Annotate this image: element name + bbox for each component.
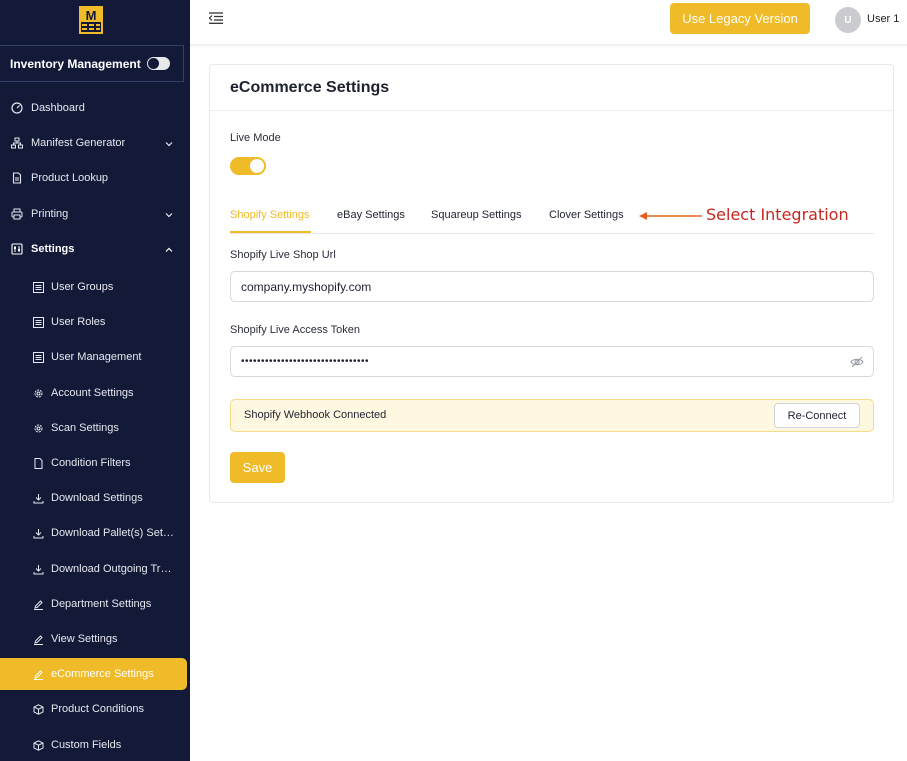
sidebar-item-product-lookup[interactable]: Product Lookup [0,163,190,193]
save-button[interactable]: Save [230,452,285,483]
sidebar-item-user-groups[interactable]: User Groups [0,272,190,302]
cube-icon [32,739,44,751]
sidebar-item-label: View Settings [51,633,118,645]
use-legacy-version-button[interactable]: Use Legacy Version [670,3,810,34]
reconnect-button[interactable]: Re-Connect [774,403,860,428]
sidebar-item-label: Custom Fields [51,739,122,751]
sidebar-item-label: Settings [31,243,75,255]
sidebar-item-user-roles[interactable]: User Roles [0,307,190,337]
shop-url-label: Shopify Live Shop Url [230,249,336,261]
sidebar-item-label: Manifest Generator [31,137,126,149]
sidebar-item-settings[interactable]: Settings [0,234,190,264]
sidebar-item-download-pallets-settings[interactable]: Download Pallet(s) Settings [0,518,190,548]
sidebar-item-label: Dashboard [31,102,85,114]
sidebar-item-manifest-generator[interactable]: Manifest Generator [0,128,190,158]
page-title: eCommerce Settings [230,79,390,96]
sidebar-item-label: Department Settings [51,598,152,610]
avatar[interactable]: U [835,7,861,33]
list-icon [32,281,44,293]
user-name[interactable]: User 1 [867,13,899,25]
sidebar-item-label: Printing [31,208,69,220]
sidebar-item-label: Product Conditions [51,703,144,715]
list-icon [32,316,44,328]
live-mode-toggle[interactable] [230,157,266,175]
inventory-management-label: Inventory Management [10,56,141,71]
tab-clover-settings[interactable]: Clover Settings [549,209,624,221]
sidebar-item-label: Download Outgoing Truck Settings [51,563,176,575]
pencil-icon [32,668,44,680]
sidebar-item-label: User Groups [51,281,114,293]
sidebar-item-label: Download Settings [51,492,143,504]
menu-collapse-icon[interactable] [208,11,224,29]
sidebar-item-label: Account Settings [51,387,134,399]
file-icon [11,172,23,184]
sidebar-item-user-management[interactable]: User Management [0,342,190,372]
sidebar-item-download-settings[interactable]: Download Settings [0,483,190,513]
download-icon [32,527,44,539]
pencil-icon [32,633,44,645]
sidebar-item-product-conditions[interactable]: Product Conditions [0,694,190,724]
sliders-icon [11,243,23,255]
download-icon [32,563,44,575]
live-mode-label: Live Mode [230,132,281,144]
sidebar-item-download-outgoing-truck[interactable]: Download Outgoing Truck Settings [0,554,190,584]
tab-squareup-settings[interactable]: Squareup Settings [431,209,522,221]
sidebar-item-label: Product Lookup [31,172,109,184]
ecommerce-settings-card: eCommerce Settings Live Mode Shopify Set… [209,64,894,503]
access-token-label: Shopify Live Access Token [230,324,361,336]
sidebar-item-account-settings[interactable]: Account Settings [0,378,190,408]
app-logo[interactable]: M [79,6,103,34]
card-header: eCommerce Settings [210,65,893,111]
sidebar-item-scan-settings[interactable]: Scan Settings [0,413,190,443]
shop-url-value: company.myshopify.com [241,279,372,294]
sidebar-item-label: Scan Settings [51,422,119,434]
sidebar-item-label: User Roles [51,316,106,328]
sidebar-item-label: eCommerce Settings [51,668,154,680]
webhook-status-bar: Shopify Webhook Connected Re-Connect [230,399,874,432]
sidebar-item-dashboard[interactable]: Dashboard [0,93,190,123]
pencil-icon [32,598,44,610]
cube-icon [32,703,44,715]
sidebar-item-printing[interactable]: Printing [0,199,190,229]
sitemap-icon [11,137,23,149]
access-token-value: •••••••••••••••••••••••••••••••• [241,356,370,367]
chevron-down-icon [165,138,173,150]
chevron-up-icon [165,244,173,256]
sidebar-item-custom-fields[interactable]: Custom Fields [0,730,190,760]
dashboard-icon [11,102,23,114]
logo-letter: M [86,8,97,23]
gear-icon [32,387,44,399]
inventory-toggle[interactable] [147,57,170,70]
access-token-input[interactable]: •••••••••••••••••••••••••••••••• [230,346,874,377]
active-tab-indicator [230,231,311,233]
file-icon [32,457,44,469]
sidebar-item-condition-filters[interactable]: Condition Filters [0,448,190,478]
eye-off-icon[interactable] [850,356,864,371]
sidebar-item-label: Download Pallet(s) Settings [51,527,176,539]
printer-icon [11,208,23,220]
top-header: Use Legacy Version U User 1 [190,0,907,45]
app-root: M Inventory Management Dashboard Manifes… [0,0,907,761]
tab-ebay-settings[interactable]: eBay Settings [337,209,405,221]
tab-shopify-settings[interactable]: Shopify Settings [230,209,310,221]
list-icon [32,351,44,363]
annotation-arrow-icon [639,209,703,227]
sidebar-item-ecommerce-settings[interactable]: eCommerce Settings [0,658,187,690]
sidebar: M Inventory Management Dashboard Manifes… [0,0,190,761]
sidebar-item-department-settings[interactable]: Department Settings [0,589,190,619]
annotation-select-integration: Select Integration [706,205,849,224]
shop-url-input[interactable]: company.myshopify.com [230,271,874,302]
webhook-status-text: Shopify Webhook Connected [244,409,387,421]
inventory-management-switch[interactable]: Inventory Management [0,45,184,82]
gear-icon [32,422,44,434]
sidebar-item-view-settings[interactable]: View Settings [0,624,190,654]
chevron-down-icon [165,209,173,221]
download-icon [32,492,44,504]
sidebar-item-label: User Management [51,351,142,363]
sidebar-item-label: Condition Filters [51,457,131,469]
